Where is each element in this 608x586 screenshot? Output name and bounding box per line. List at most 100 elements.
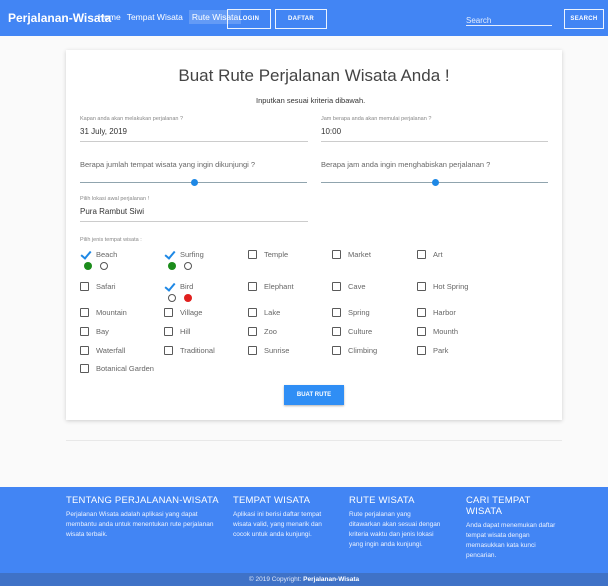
type-checkbox-safari[interactable]: Safari	[80, 282, 116, 291]
checkbox-label: Traditional	[180, 346, 215, 355]
type-checkbox-lake[interactable]: Lake	[248, 308, 280, 317]
time-field[interactable]: 10:00	[321, 127, 548, 142]
checkbox-box[interactable]	[80, 308, 89, 317]
type-checkbox-beach[interactable]: Beach	[80, 250, 117, 260]
type-checkbox-mountain[interactable]: Mountain	[80, 308, 127, 317]
type-checkbox-spring[interactable]: Spring	[332, 308, 370, 317]
checkbox-label: Sunrise	[264, 346, 290, 355]
footer-text: Aplikasi ini berisi daftar tempat wisata…	[233, 511, 322, 538]
search-button[interactable]: SEARCH	[564, 9, 604, 29]
hours-question: Berapa jam anda ingin menghabiskan perja…	[321, 160, 491, 169]
checkbox-label: Hill	[180, 327, 191, 336]
type-checkbox-surfing[interactable]: Surfing	[164, 250, 204, 260]
checkbox-box[interactable]	[80, 346, 89, 355]
checkbox-box[interactable]	[164, 327, 173, 336]
hours-slider[interactable]	[321, 179, 548, 186]
type-checkbox-bay[interactable]: Bay	[80, 327, 109, 336]
checkbox-box[interactable]	[417, 282, 426, 291]
search-field	[466, 10, 552, 28]
type-checkbox-harbor[interactable]: Harbor	[417, 308, 456, 317]
checkmark-icon	[164, 282, 176, 292]
checkbox-box[interactable]	[248, 346, 257, 355]
checkbox-box[interactable]	[332, 327, 341, 336]
priority-radio-right[interactable]	[184, 262, 192, 270]
type-checkbox-hot-spring[interactable]: Hot Spring	[417, 282, 468, 291]
priority-radio-left[interactable]	[84, 262, 92, 270]
checkbox-label: Beach	[96, 250, 118, 259]
checkbox-label: Cave	[348, 282, 366, 291]
checkbox-label: Safari	[96, 282, 116, 291]
footer-col-cari: CARI TEMPAT WISATA Anda dapat menemukan …	[466, 495, 556, 561]
checkbox-label: Art	[433, 250, 443, 259]
checkbox-box[interactable]	[248, 250, 257, 259]
type-checkbox-park[interactable]: Park	[417, 346, 448, 355]
type-checkbox-culture[interactable]: Culture	[332, 327, 372, 336]
types-label: Pilih jenis tempat wisata :	[80, 237, 142, 243]
slider-thumb[interactable]	[190, 179, 198, 186]
type-checkbox-market[interactable]: Market	[332, 250, 371, 259]
slider-thumb[interactable]	[431, 179, 439, 186]
checkbox-label: Spring	[348, 308, 370, 317]
type-checkbox-village[interactable]: Village	[164, 308, 202, 317]
type-checkbox-temple[interactable]: Temple	[248, 250, 288, 259]
footer: TENTANG PERJALANAN-WISATA Perjalanan Wis…	[0, 487, 608, 573]
priority-radio-right[interactable]	[184, 294, 192, 302]
checkbox-label: Temple	[264, 250, 289, 259]
brand-logo[interactable]: Perjalanan-Wisata	[8, 11, 111, 25]
checkbox-box[interactable]	[417, 346, 426, 355]
checkbox-box[interactable]	[417, 250, 426, 259]
route-form-card: Buat Rute Perjalanan Wisata Anda ! Input…	[66, 50, 562, 420]
nav-link-tempat-wisata[interactable]: Tempat Wisata	[127, 12, 183, 24]
priority-radio-right[interactable]	[100, 262, 108, 270]
type-checkbox-traditional[interactable]: Traditional	[164, 346, 215, 355]
footer-text: Rute perjalanan yang ditawarkan akan ses…	[349, 511, 441, 548]
checkmark-icon	[164, 250, 176, 260]
places-count-slider[interactable]	[80, 179, 307, 186]
navbar: Perjalanan-Wisata Home Tempat Wisata Rut…	[0, 0, 608, 36]
time-field-label: Jam berapa anda akan memulai perjalanan …	[321, 116, 432, 122]
type-checkbox-waterfall[interactable]: Waterfall	[80, 346, 125, 355]
type-checkbox-botanical-garden[interactable]: Botanical Garden	[80, 364, 154, 373]
buat-rute-button[interactable]: BUAT RUTE	[284, 385, 344, 405]
start-location-field[interactable]: Pura Rambut Siwi	[80, 207, 308, 222]
copyright-text: © 2019 Copyright:	[248, 576, 304, 583]
nav-link-home[interactable]: Home	[98, 12, 121, 24]
checkbox-box[interactable]	[332, 308, 341, 317]
type-checkbox-climbing[interactable]: Climbing	[332, 346, 377, 355]
type-checkbox-cave[interactable]: Cave	[332, 282, 366, 291]
footer-col-tempat: TEMPAT WISATA Aplikasi ini berisi daftar…	[233, 495, 323, 540]
checkbox-box[interactable]	[332, 250, 341, 259]
daftar-button[interactable]: DAFTAR	[275, 9, 327, 29]
checkbox-box[interactable]	[248, 308, 257, 317]
type-checkbox-hill[interactable]: Hill	[164, 327, 190, 336]
checkbox-box[interactable]	[248, 327, 257, 336]
checkbox-box[interactable]	[417, 327, 426, 336]
footer-heading: CARI TEMPAT WISATA	[466, 495, 531, 517]
checkbox-box[interactable]	[164, 308, 173, 317]
login-button[interactable]: LOGIN	[227, 9, 271, 29]
checkbox-box[interactable]	[332, 282, 341, 291]
checkbox-box[interactable]	[164, 346, 173, 355]
type-checkbox-elephant[interactable]: Elephant	[248, 282, 294, 291]
checkbox-label: Waterfall	[96, 346, 126, 355]
copyright-brand[interactable]: Perjalanan-Wisata	[303, 576, 359, 583]
checkbox-box[interactable]	[248, 282, 257, 291]
type-checkbox-mounth[interactable]: Mounth	[417, 327, 458, 336]
type-checkbox-bird[interactable]: Bird	[164, 282, 193, 292]
footer-col-rute: RUTE WISATA Rute perjalanan yang ditawar…	[349, 495, 444, 550]
checkbox-label: Bird	[180, 282, 194, 291]
checkbox-box[interactable]	[80, 282, 89, 291]
checkbox-box[interactable]	[80, 327, 89, 336]
priority-radio-left[interactable]	[168, 294, 176, 302]
type-checkbox-sunrise[interactable]: Sunrise	[248, 346, 289, 355]
search-input[interactable]	[466, 13, 552, 28]
footer-text: Anda dapat menemukan daftar tempat wisat…	[466, 522, 556, 559]
checkbox-box[interactable]	[417, 308, 426, 317]
checkbox-box[interactable]	[332, 346, 341, 355]
checkbox-box[interactable]	[80, 364, 89, 373]
date-field[interactable]: 31 July, 2019	[80, 127, 308, 142]
footer-col-about: TENTANG PERJALANAN-WISATA Perjalanan Wis…	[66, 495, 226, 540]
priority-radio-left[interactable]	[168, 262, 176, 270]
type-checkbox-zoo[interactable]: Zoo	[248, 327, 277, 336]
type-checkbox-art[interactable]: Art	[417, 250, 443, 259]
